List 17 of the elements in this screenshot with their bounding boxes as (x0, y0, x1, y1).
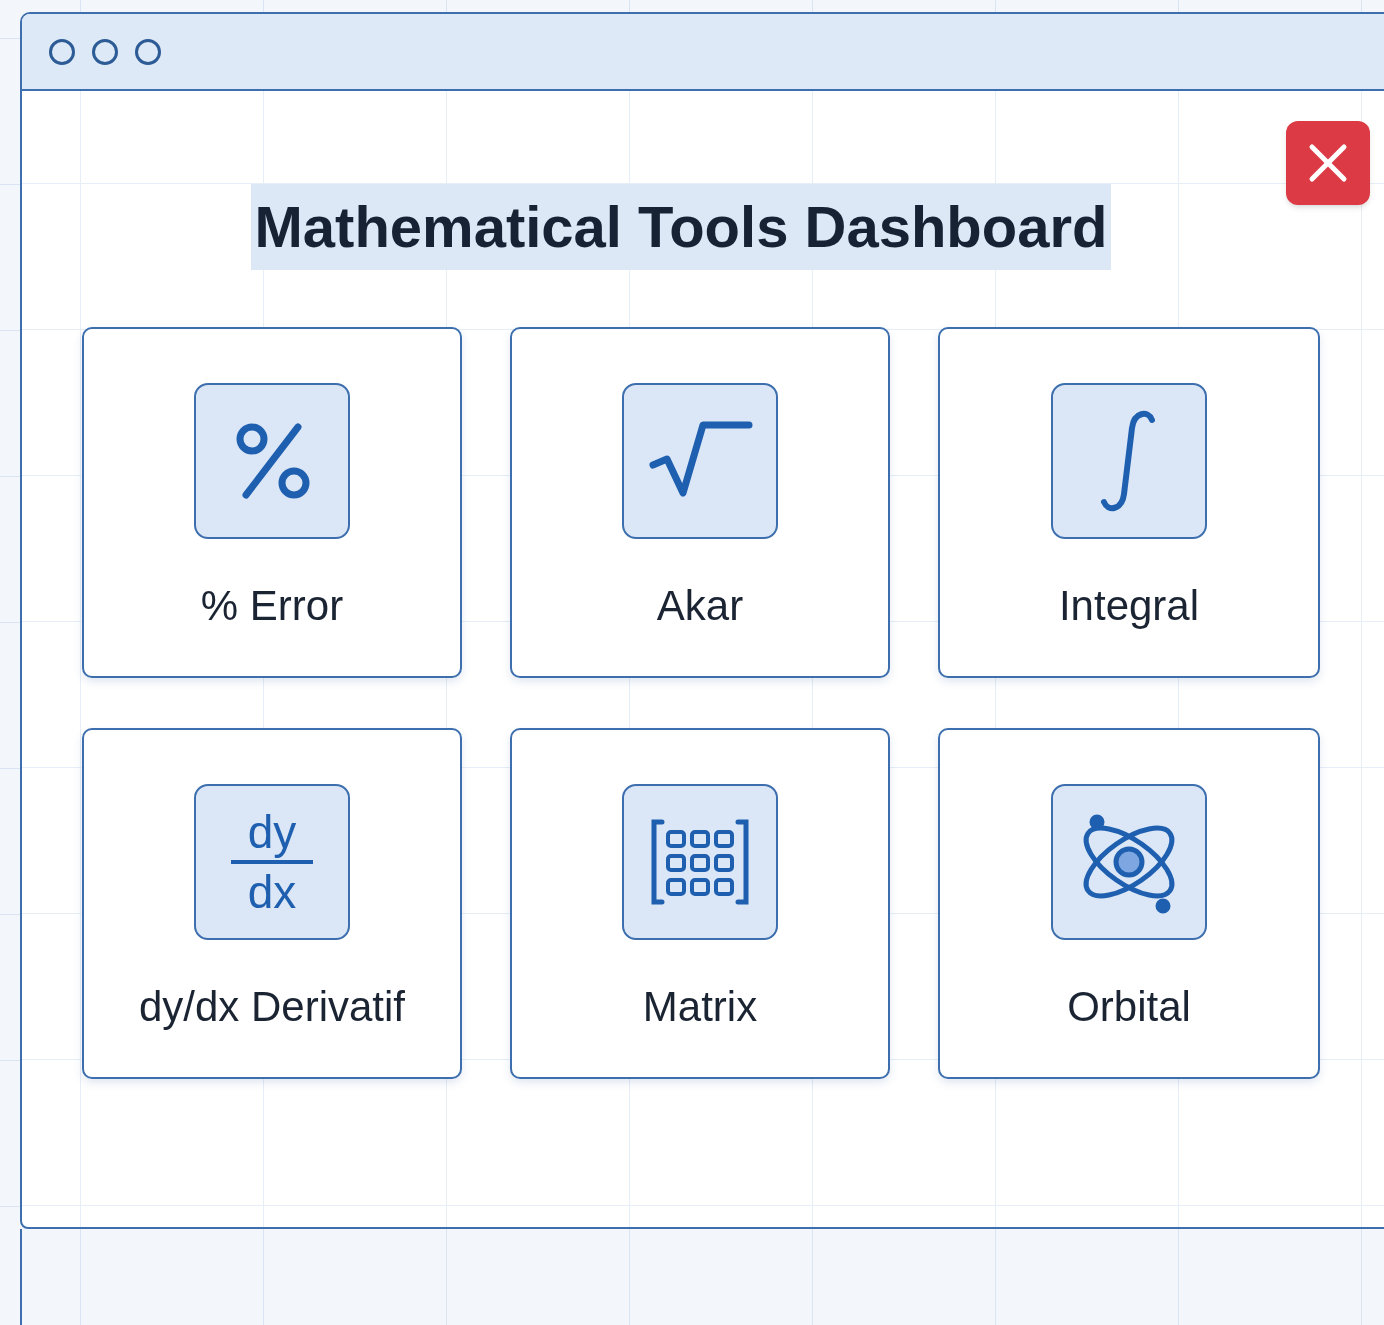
window-control-icon[interactable] (135, 38, 161, 65)
tool-card[interactable]: dy dx dy/dx Derivatif (82, 728, 462, 1079)
tool-label: Integral (1058, 581, 1200, 631)
tool-label: Matrix (642, 982, 758, 1032)
tool-label: Akar (656, 581, 744, 631)
tool-label: % Error (200, 581, 344, 631)
tool-card[interactable]: Integral (938, 327, 1320, 678)
dashboard-title: Mathematical Tools Dashboard (250, 184, 1112, 270)
tool-card[interactable]: Orbital (938, 728, 1320, 1079)
tool-card[interactable]: Matrix (510, 728, 890, 1079)
tool-card[interactable]: Akar (510, 327, 890, 678)
window-control-icon[interactable] (92, 38, 118, 65)
close-button[interactable] (1286, 121, 1370, 205)
window-control-icon[interactable] (49, 38, 75, 65)
tool-label: Orbital (1067, 982, 1191, 1032)
tool-label: dy/dx Derivatif (138, 982, 406, 1032)
tool-card[interactable]: % Error (82, 327, 462, 678)
